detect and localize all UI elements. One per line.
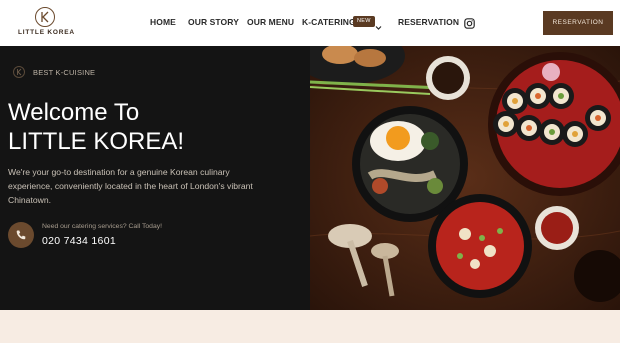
call-label: Need our catering services? Call Today!	[42, 223, 163, 230]
hero-title-line-2: LITTLE KOREA!	[8, 128, 185, 155]
brand-logo[interactable]: LITTLE KOREA	[18, 7, 74, 39]
hero-title-line-1: Welcome To	[8, 99, 140, 126]
hero-description: We're your go-to destination for a genui…	[8, 167, 253, 205]
nav-our-menu[interactable]: OUR MENU	[247, 17, 294, 27]
hero-kicker: BEST K-CUISINE	[13, 66, 95, 78]
logo-k-small-icon	[13, 66, 25, 78]
hero-kicker-text: BEST K-CUISINE	[33, 67, 96, 77]
logo-k-icon	[35, 7, 55, 27]
nav-k-catering[interactable]: K-CATERING	[302, 17, 356, 27]
reservation-button[interactable]: RESERVATION	[543, 11, 613, 35]
phone-number[interactable]: 020 7434 1601	[42, 235, 116, 247]
nav-home[interactable]: HOME	[150, 17, 176, 27]
phone-icon[interactable]	[8, 222, 34, 248]
chevron-down-icon[interactable]	[375, 18, 382, 36]
food-photo	[310, 46, 620, 310]
instagram-icon[interactable]	[464, 16, 475, 34]
hero-title: Welcome To LITTLE KOREA!	[8, 98, 184, 156]
nav-our-story[interactable]: OUR STORY	[188, 17, 239, 27]
new-badge: NEW	[353, 16, 375, 27]
site-header: LITTLE KOREA HOME OUR STORY OUR MENU K-C…	[0, 0, 620, 46]
nav-reservation[interactable]: RESERVATION	[398, 17, 459, 27]
brand-name: LITTLE KOREA	[18, 29, 75, 36]
hero-section: BEST K-CUISINE Welcome To LITTLE KOREA! …	[0, 46, 310, 310]
next-section-band	[0, 310, 620, 343]
